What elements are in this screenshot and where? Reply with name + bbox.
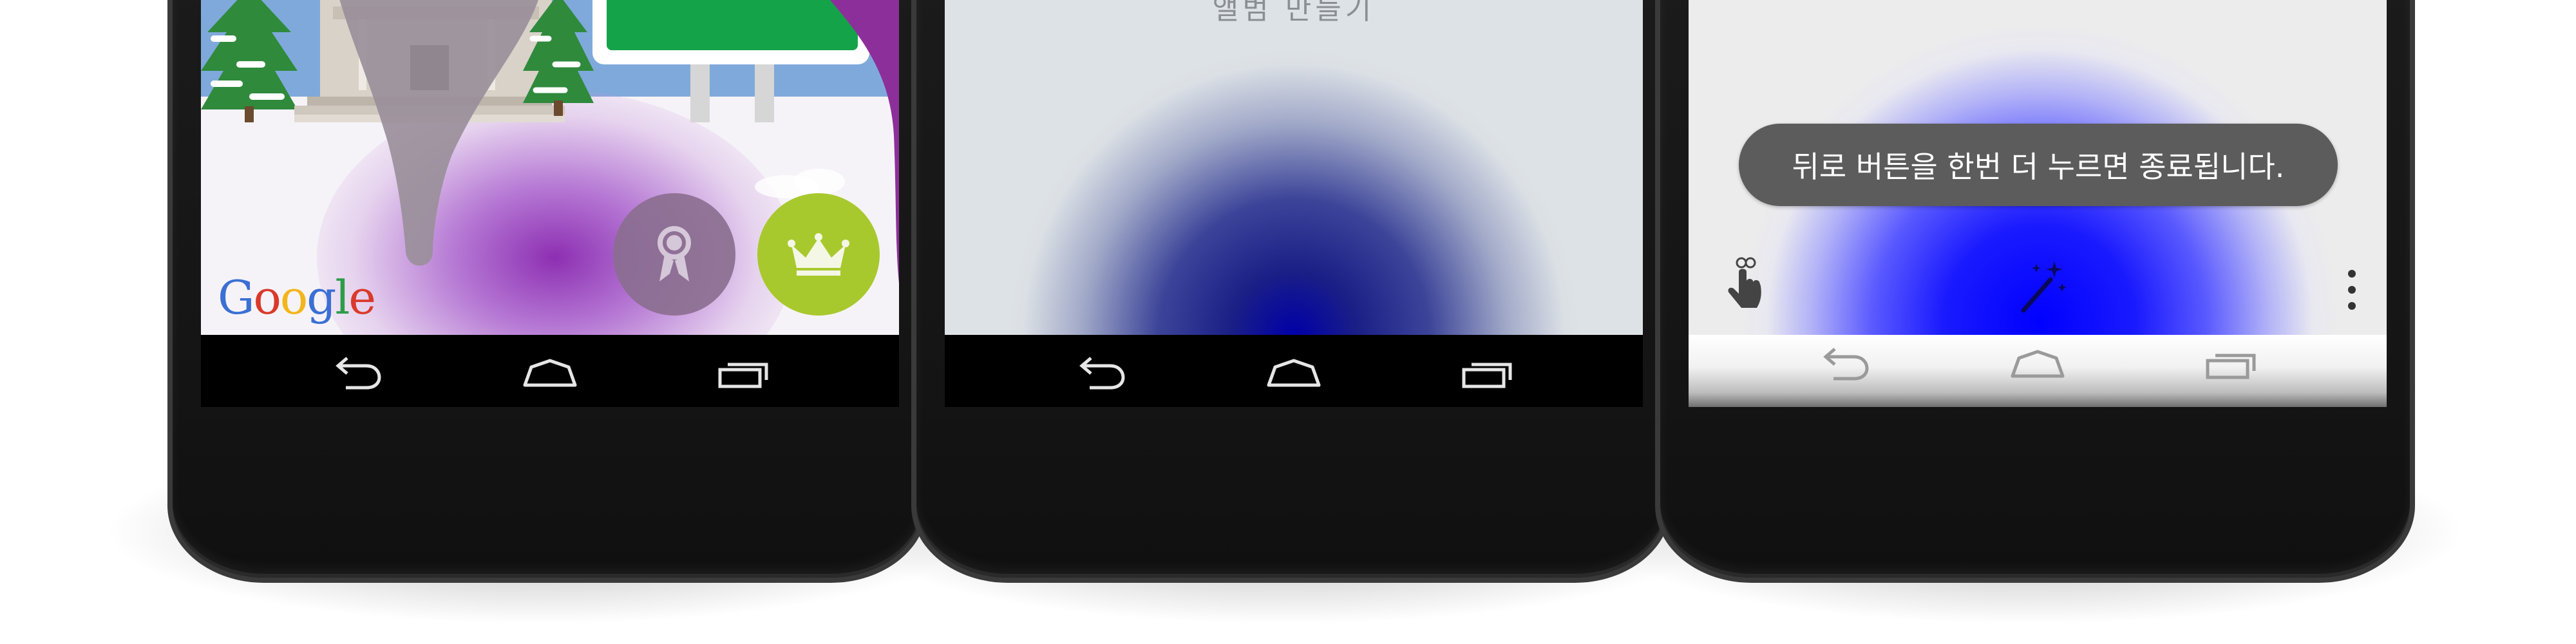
pine-tree-left xyxy=(201,0,298,122)
grey-drip xyxy=(339,0,538,266)
home-button[interactable] xyxy=(521,353,579,392)
recents-button[interactable] xyxy=(716,353,774,392)
award-ribbon-icon xyxy=(658,226,691,281)
navigation-bar-2 xyxy=(945,335,1643,407)
award-button[interactable] xyxy=(613,193,735,316)
screen-1: Google xyxy=(201,0,899,407)
recents-icon xyxy=(2206,354,2256,379)
exit-toast: 뒤로 버튼을 한번 더 누르면 종료됩니다. xyxy=(1739,124,2338,206)
magic-wand-icon[interactable] xyxy=(2017,258,2069,316)
phone-frame-3: 뒤로 버튼을 한번 더 누르면 종료됩니다. xyxy=(1655,0,2415,583)
navigation-bar-1 xyxy=(201,335,899,407)
exit-screen: 뒤로 버튼을 한번 더 누르면 종료됩니다. xyxy=(1689,0,2387,335)
screen-2: 앨범 만들기 xyxy=(945,0,1643,407)
screen-3: 뒤로 버튼을 한번 더 누르면 종료됩니다. xyxy=(1689,0,2387,407)
crown-button[interactable] xyxy=(757,193,880,316)
overflow-menu-icon[interactable] xyxy=(2345,267,2358,312)
home-button[interactable] xyxy=(1265,353,1323,392)
crown-icon xyxy=(788,233,849,276)
finger-ribbon-icon[interactable] xyxy=(1722,256,1767,314)
recents-button[interactable] xyxy=(2204,344,2262,383)
back-icon xyxy=(1823,348,1869,381)
holiday-scene: Google xyxy=(201,0,899,335)
recents-button[interactable] xyxy=(1460,353,1518,392)
home-icon xyxy=(1267,359,1321,387)
album-screen: 앨범 만들기 xyxy=(945,0,1643,335)
home-icon xyxy=(2011,350,2065,378)
phone-frame-1: Google xyxy=(167,0,927,583)
navigation-bar-3 xyxy=(1689,335,2387,407)
back-button[interactable] xyxy=(1070,353,1128,392)
home-icon xyxy=(523,359,577,387)
album-create-label[interactable]: 앨범 만들기 xyxy=(945,0,1643,27)
recents-icon xyxy=(718,363,768,388)
google-logo: Google xyxy=(218,270,376,325)
back-icon xyxy=(1079,357,1125,390)
back-icon xyxy=(336,357,381,390)
recents-icon xyxy=(1462,363,1512,388)
phone-frame-2: 앨범 만들기 xyxy=(911,0,1671,583)
back-button[interactable] xyxy=(327,353,384,392)
back-button[interactable] xyxy=(1814,344,1872,383)
home-button[interactable] xyxy=(2009,344,2067,383)
